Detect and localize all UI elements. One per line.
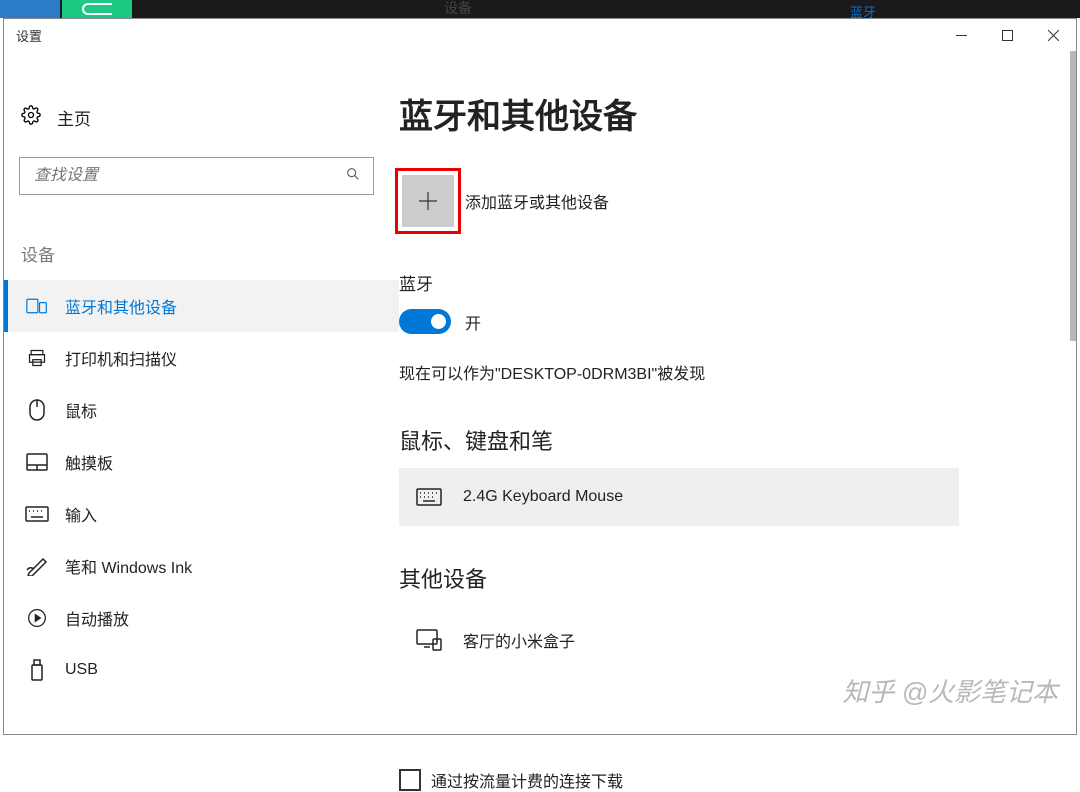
device-name: 客厅的小米盒子 <box>463 628 575 652</box>
main-panel: 蓝牙和其他设备 添加蓝牙或其他设备 蓝牙 开 现在可以作为"DESKTOP-0D… <box>399 51 1076 734</box>
minimize-button[interactable] <box>938 19 984 51</box>
mouse-icon <box>25 399 49 421</box>
sidebar-item-usb[interactable]: USB <box>4 644 399 696</box>
sidebar-item-typing[interactable]: 输入 <box>4 488 399 540</box>
touchpad-icon <box>25 453 49 471</box>
printer-icon <box>25 348 49 368</box>
section-other-devices: 其他设备 <box>399 562 1070 594</box>
sidebar-item-label: 鼠标 <box>65 398 97 422</box>
maximize-button[interactable] <box>984 19 1030 51</box>
sidebar-item-printers[interactable]: 打印机和扫描仪 <box>4 332 399 384</box>
close-button[interactable] <box>1030 19 1076 51</box>
sidebar-item-label: 自动播放 <box>65 606 129 630</box>
bg-tab-label: 蓝牙 <box>850 2 876 18</box>
bluetooth-section-label: 蓝牙 <box>399 270 1070 295</box>
search-icon <box>345 166 361 187</box>
device-name: 2.4G Keyboard Mouse <box>463 488 623 506</box>
settings-window: 设置 主页 <box>3 18 1077 735</box>
metered-download-checkbox[interactable] <box>399 769 421 791</box>
section-mouse-keyboard: 鼠标、键盘和笔 <box>399 424 1070 456</box>
minimize-icon <box>956 30 967 41</box>
add-device-label: 添加蓝牙或其他设备 <box>465 189 609 213</box>
sidebar-item-label: 蓝牙和其他设备 <box>65 294 177 318</box>
bg-tab-label: 设备 <box>444 0 472 18</box>
add-device-highlight <box>395 168 461 234</box>
add-device-button[interactable] <box>402 175 454 227</box>
plus-icon <box>417 190 439 212</box>
checkbox-label: 通过按流量计费的连接下载 <box>431 768 623 792</box>
bluetooth-toggle[interactable] <box>399 309 451 334</box>
pen-icon <box>25 556 49 576</box>
sidebar-item-touchpad[interactable]: 触摸板 <box>4 436 399 488</box>
sidebar-item-label: 笔和 Windows Ink <box>65 554 192 578</box>
search-input[interactable] <box>34 167 345 185</box>
toggle-state-label: 开 <box>465 310 481 334</box>
scrollbar[interactable] <box>1070 51 1076 734</box>
autoplay-icon <box>25 608 49 628</box>
maximize-icon <box>1002 30 1013 41</box>
sidebar-item-label: 打印机和扫描仪 <box>65 346 177 370</box>
search-box[interactable] <box>19 157 374 195</box>
usb-icon <box>25 659 49 681</box>
sidebar-item-label: 输入 <box>65 502 97 526</box>
sidebar-item-label: 触摸板 <box>65 450 113 474</box>
discoverable-text: 现在可以作为"DESKTOP-0DRM3BI"被发现 <box>399 360 1070 384</box>
close-icon <box>1048 30 1059 41</box>
background-taskbar: 设备 蓝牙 <box>0 0 1080 18</box>
device-item[interactable]: 客厅的小米盒子 <box>399 608 959 672</box>
devices-icon <box>25 297 49 315</box>
sidebar-item-label: USB <box>65 661 98 679</box>
cast-device-icon <box>415 629 443 651</box>
scroll-thumb[interactable] <box>1070 51 1076 341</box>
window-controls <box>938 19 1076 51</box>
window-title: 设置 <box>16 26 42 45</box>
home-link[interactable]: 主页 <box>19 95 399 139</box>
sidebar-item-mouse[interactable]: 鼠标 <box>4 384 399 436</box>
home-label: 主页 <box>57 105 91 130</box>
sidebar: 主页 设备 蓝牙和其他设备 <box>4 51 399 734</box>
keyboard-icon <box>415 488 443 506</box>
titlebar: 设置 <box>4 19 1076 51</box>
page-title: 蓝牙和其他设备 <box>399 89 1070 138</box>
gear-icon <box>21 105 41 130</box>
keyboard-icon <box>25 506 49 522</box>
sidebar-item-autoplay[interactable]: 自动播放 <box>4 592 399 644</box>
sidebar-item-pen[interactable]: 笔和 Windows Ink <box>4 540 399 592</box>
sidebar-section-label: 设备 <box>19 241 399 266</box>
sidebar-item-bluetooth[interactable]: 蓝牙和其他设备 <box>4 280 399 332</box>
device-item[interactable]: 2.4G Keyboard Mouse <box>399 468 959 526</box>
